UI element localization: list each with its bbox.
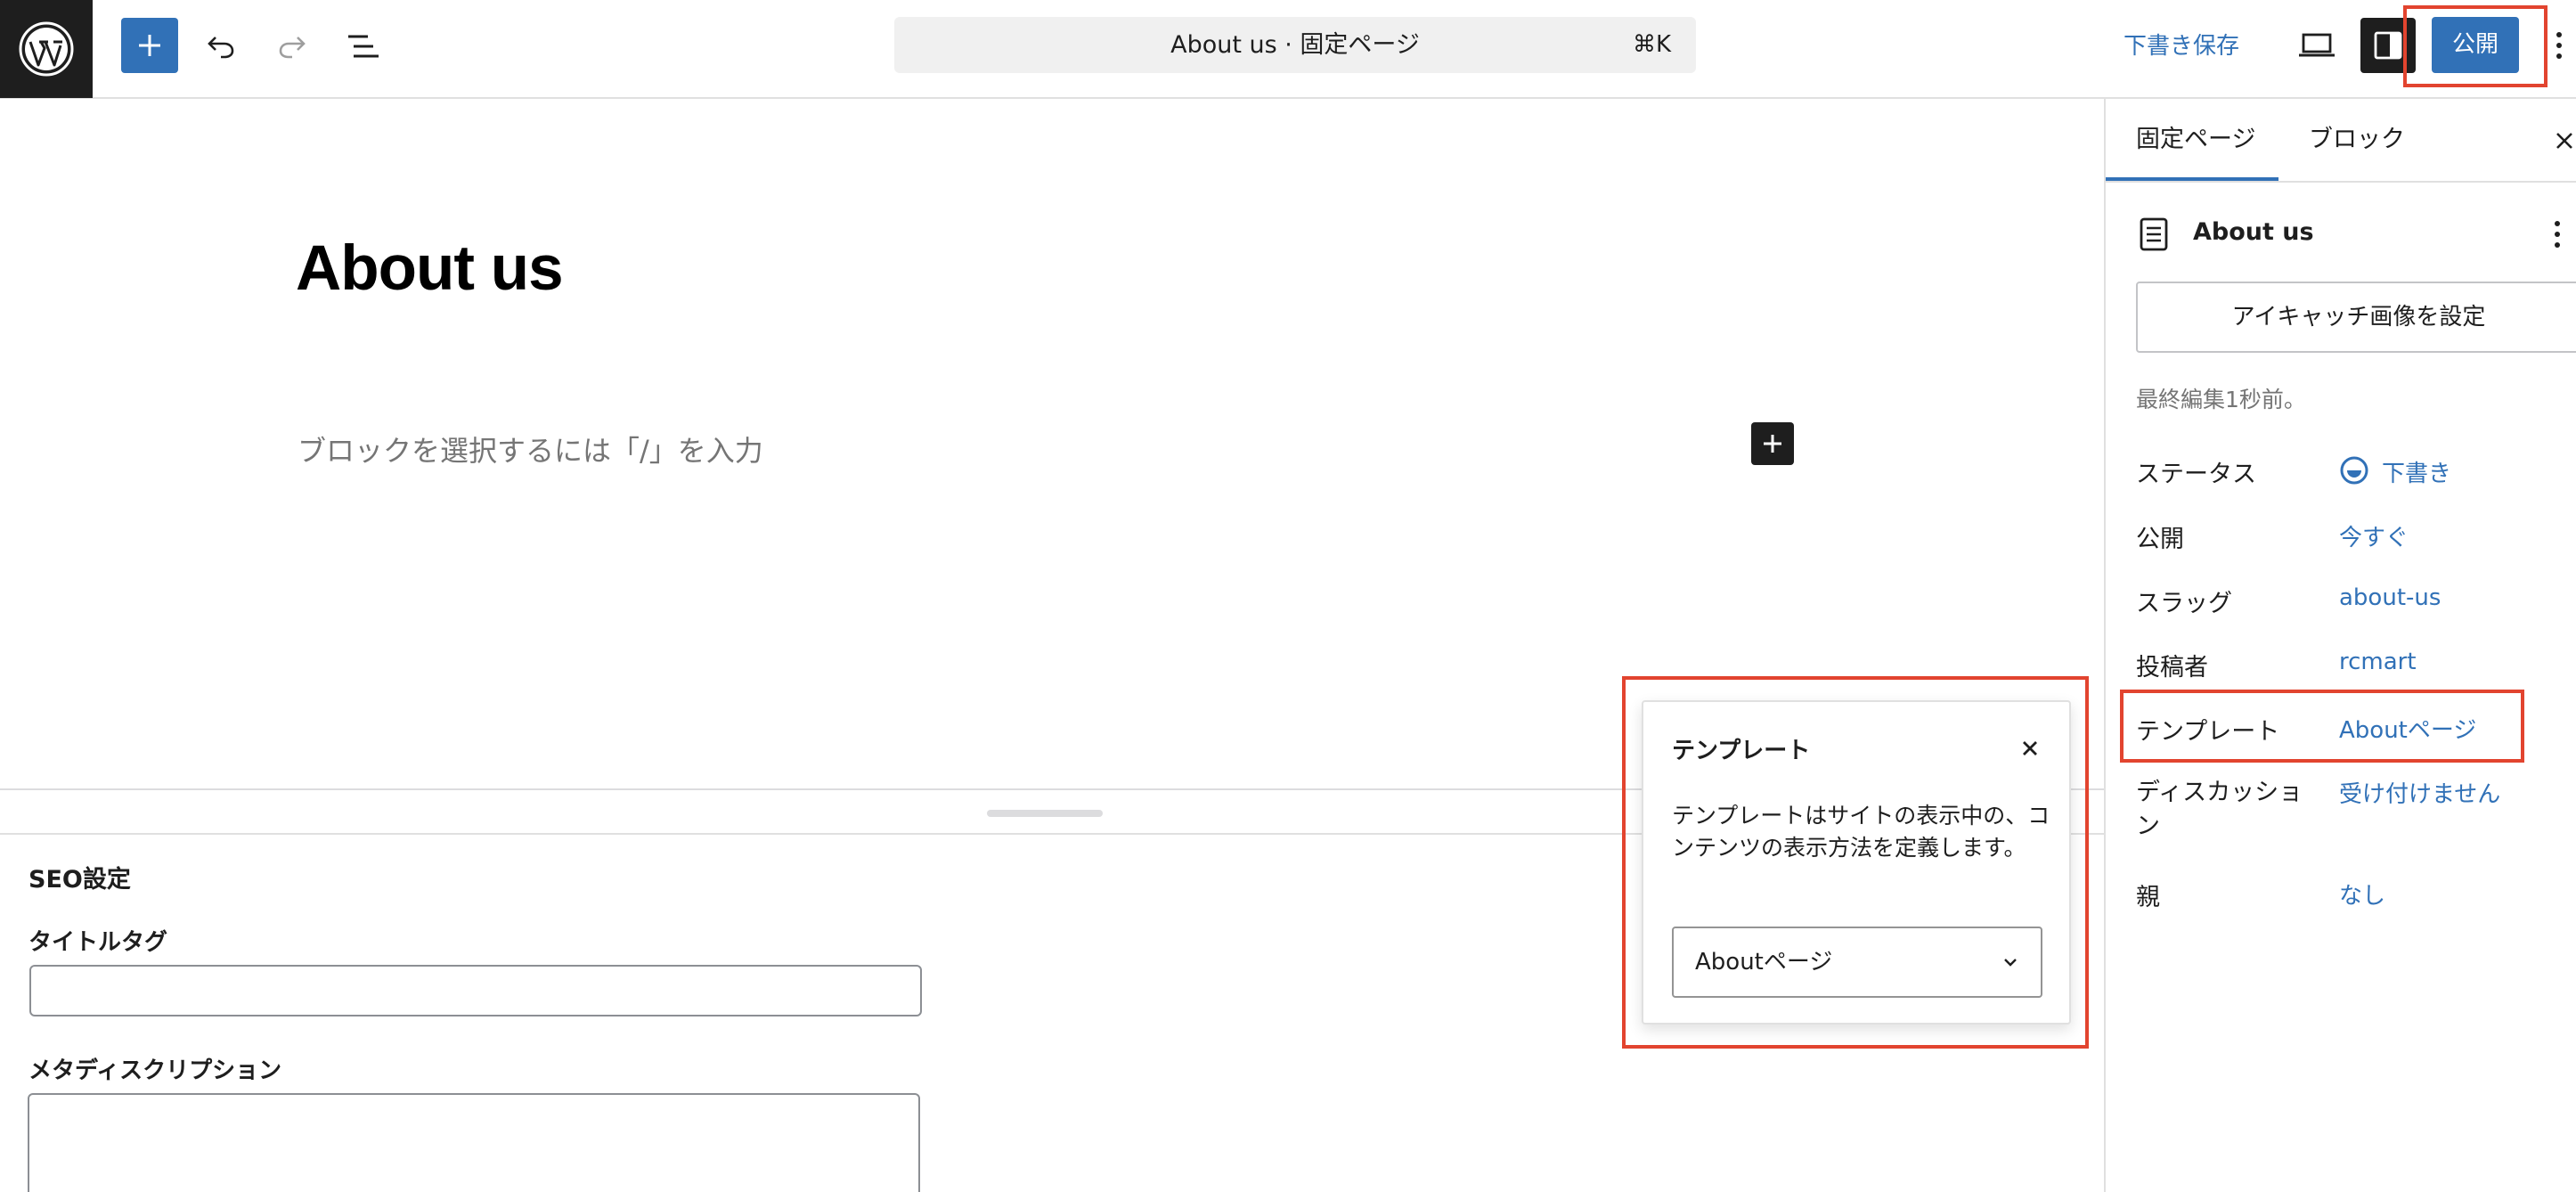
chevron-down-icon: [2004, 959, 2017, 967]
meta-boxes-resize-handle[interactable]: [987, 810, 1103, 817]
settings-sidebar-toggle[interactable]: [2360, 18, 2416, 73]
command-shortcut-hint: ⌘K: [1632, 31, 1671, 58]
preview-button[interactable]: [2291, 20, 2343, 71]
close-icon: [2023, 741, 2037, 755]
sidebar-toggle-icon: [2374, 31, 2402, 60]
meta-description-textarea[interactable]: [28, 1093, 920, 1192]
plus-icon: [1764, 435, 1781, 453]
wordpress-logo-icon[interactable]: [0, 0, 93, 98]
template-value[interactable]: Aboutページ: [2339, 712, 2476, 745]
editor-header: About us · 固定ページ ⌘K 下書き保存 公開: [0, 0, 2576, 99]
block-placeholder[interactable]: ブロックを選択するには「/」を入力: [298, 429, 763, 469]
publish-label: 公開: [2136, 526, 2184, 553]
close-sidebar-button[interactable]: [2549, 126, 2576, 156]
document-overview-button[interactable]: [338, 21, 388, 71]
inline-block-inserter-button[interactable]: [1751, 422, 1794, 465]
editor-canvas: About us ブロックを選択するには「/」を入力: [0, 99, 2104, 788]
title-tag-label: タイトルタグ: [29, 929, 168, 956]
draft-status-icon: [2340, 456, 2368, 485]
sidebar-tabs: 固定ページ ブロック: [2106, 99, 2576, 183]
parent-value[interactable]: なし: [2339, 878, 2385, 910]
redo-icon: [279, 37, 306, 59]
save-draft-button[interactable]: 下書き保存: [2120, 21, 2243, 71]
post-title[interactable]: About us: [296, 233, 564, 305]
preview-icon: [2299, 33, 2335, 57]
author-label: 投稿者: [2136, 654, 2208, 682]
tab-block[interactable]: ブロック: [2278, 99, 2435, 181]
slug-label: スラッグ: [2136, 590, 2232, 617]
status-label: ステータス: [2136, 461, 2256, 488]
undo-button[interactable]: [196, 21, 246, 71]
more-vertical-icon[interactable]: [2544, 215, 2571, 254]
page-icon: [2140, 217, 2168, 251]
undo-icon: [208, 37, 234, 59]
popover-close-button[interactable]: [2010, 729, 2050, 768]
options-menu-button[interactable]: [2546, 20, 2572, 71]
parent-label: 親: [2136, 884, 2160, 911]
document-title: About us · 固定ページ: [1170, 31, 1420, 59]
close-icon: [2556, 133, 2572, 149]
slug-value[interactable]: about-us: [2339, 584, 2441, 611]
block-inserter-toggle[interactable]: [121, 18, 178, 73]
page-summary-title: About us: [2193, 218, 2314, 246]
meta-description-label: メタディスクリプション: [29, 1057, 282, 1084]
discussion-value[interactable]: 受け付けません: [2339, 776, 2500, 809]
publish-value[interactable]: 今すぐ: [2339, 519, 2409, 552]
redo-button[interactable]: [267, 21, 317, 71]
block-editor: About us · 固定ページ ⌘K 下書き保存 公開 About us ブロ…: [0, 0, 2576, 1192]
discussion-label: ディスカッション: [2136, 779, 2303, 840]
status-value[interactable]: 下書き: [2382, 455, 2451, 488]
more-vertical-icon: [2556, 32, 2562, 59]
last-edited-text: 最終編集1秒前。: [2136, 387, 2306, 412]
seo-settings-title: SEO設定: [29, 866, 131, 894]
template-select[interactable]: Aboutページ: [1672, 927, 2042, 998]
active-tab-indicator: [2106, 177, 2278, 181]
author-value[interactable]: rcmart: [2339, 649, 2417, 675]
list-view-icon: [348, 35, 379, 58]
tab-page[interactable]: 固定ページ: [2106, 99, 2286, 181]
template-select-value: Aboutページ: [1695, 949, 1833, 976]
popover-description: テンプレートはサイトの表示中の、コンテンツの表示方法を定義します。: [1672, 803, 2050, 861]
template-popover: テンプレート テンプレートはサイトの表示中の、コンテンツの表示方法を定義します。…: [1642, 700, 2071, 1025]
template-label: テンプレート: [2136, 718, 2280, 746]
title-tag-input[interactable]: [29, 965, 922, 1016]
set-featured-image-button[interactable]: アイキャッチ画像を設定: [2136, 282, 2576, 353]
plus-icon: [139, 35, 160, 56]
publish-button[interactable]: 公開: [2432, 17, 2519, 73]
popover-title: テンプレート: [1672, 738, 1811, 764]
command-palette-bar[interactable]: About us · 固定ページ ⌘K: [894, 17, 1696, 73]
settings-sidebar: 固定ページ ブロック About us アイキャッチ画像を設定 最終編集1秒前。…: [2104, 99, 2576, 1192]
